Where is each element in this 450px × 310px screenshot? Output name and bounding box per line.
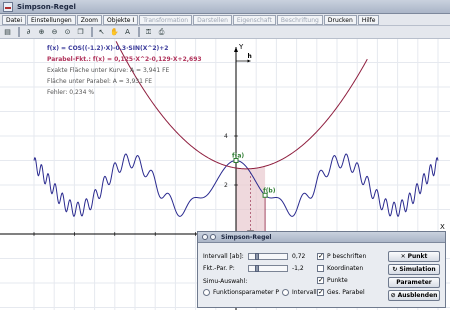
simu-label: Simu-Auswahl:: [203, 278, 248, 285]
punkt-label: Punkt: [407, 253, 428, 260]
parameter-label: Parameter: [396, 279, 432, 286]
simu-radio-row: Funktionsparameter P Intervall: [203, 289, 317, 296]
menu-beschriftung[interactable]: Beschriftung: [276, 14, 323, 25]
menu-hilfe[interactable]: Hilfe: [357, 14, 380, 25]
toolbar-separator: [91, 27, 93, 37]
interval-value: 0,72: [292, 253, 306, 260]
fkt-value: -1,2: [292, 265, 304, 272]
radio-interval[interactable]: [282, 289, 290, 296]
menu-drucken[interactable]: Drucken: [323, 14, 357, 25]
checkbox-box[interactable]: [317, 288, 324, 296]
window-title: Simpson-Regel: [17, 2, 76, 11]
app-icon: [3, 1, 13, 12]
fkt-slider[interactable]: [248, 265, 288, 272]
simulation-label: Simulation: [399, 266, 436, 273]
y-tick-label: 2: [224, 182, 228, 189]
fkt-label: Fkt.-Par. P:: [203, 265, 235, 272]
radio-function-parameter[interactable]: [203, 289, 210, 296]
function-formula: f(x) = COS((-1.2)·X)-0.3·SIN(X^2)+2: [47, 45, 169, 52]
hide-icon: ⊘: [390, 292, 396, 299]
fkt-row: Fkt.-Par. P: -1,2: [203, 265, 304, 272]
menu-transformation[interactable]: Transformation: [139, 14, 193, 25]
checkbox-box[interactable]: [317, 276, 324, 284]
parameter-button[interactable]: Parameter: [388, 277, 440, 288]
hand-icon[interactable]: ✋: [109, 27, 120, 38]
label-fb: f(b): [263, 187, 276, 194]
checkbox-box[interactable]: [317, 265, 324, 272]
toolbar-separator: [138, 27, 140, 37]
checkbox-label: P beschriften: [327, 253, 367, 260]
copy-icon[interactable]: ❐: [75, 27, 86, 38]
refresh-icon: ↻: [392, 266, 398, 273]
zoom-out-icon[interactable]: ⊖: [49, 27, 60, 38]
title-bar: Simpson-Regel: [0, 0, 450, 14]
simulation-button[interactable]: ↻ Simulation: [388, 264, 440, 275]
checkbox-koordinaten[interactable]: Koordinaten: [317, 265, 363, 272]
interval-label: Intervall [ab]:: [203, 253, 244, 260]
parabola-area: Fläche unter Parabel: A = 3,931 FE: [47, 78, 153, 85]
checkbox-p-beschriften[interactable]: P beschriften: [317, 252, 367, 260]
info-icon[interactable]: ▤: [2, 27, 13, 38]
checkbox-label: Punkte: [327, 277, 348, 284]
pointer-icon[interactable]: ↖: [96, 27, 107, 38]
label-fa: f(a): [232, 153, 244, 160]
toolbar-separator: [18, 27, 20, 37]
checkbox-label: Koordinaten: [327, 265, 364, 272]
error-percent: Fehler: 0,234 %: [47, 89, 95, 96]
simu-label-row: Simu-Auswahl:: [203, 278, 247, 285]
y-tick-label: 4: [224, 133, 228, 140]
menu-datei[interactable]: Datei: [2, 14, 27, 25]
menu-einstellungen[interactable]: Einstellungen: [27, 14, 76, 25]
checkbox-label: Ges. Parabel: [327, 289, 365, 296]
function-icon[interactable]: ∂: [23, 27, 34, 38]
exact-area: Exakte Fläche unter Kurve: A = 3,941 FE: [47, 67, 170, 74]
checkbox-box[interactable]: [317, 252, 324, 260]
punkt-button[interactable]: ✕ Punkt: [388, 251, 440, 262]
menu-darstellen[interactable]: Darstellen: [193, 14, 232, 25]
y-axis-arrow: [234, 47, 238, 52]
label-h: h: [248, 53, 252, 60]
zoom-in-icon[interactable]: ⊕: [36, 27, 47, 38]
menu-eigenschaft[interactable]: Eigenschaft: [232, 14, 276, 25]
toolbar: ▤ ∂ ⊕ ⊖ ⊙ ❐ ↖ ✋ A ⚿ ⎙: [0, 26, 450, 39]
y-axis-label: Y: [238, 43, 244, 51]
menu-zoom[interactable]: Zoom: [76, 14, 102, 25]
checkbox-punkte[interactable]: Punkte: [317, 276, 348, 284]
interval-row: Intervall [ab]: 0,72: [203, 253, 305, 260]
simpson-dialog: Simpson-Regel Intervall [ab]: 0,72 Fkt.-…: [197, 231, 446, 308]
dialog-close-icon[interactable]: [202, 234, 208, 240]
dialog-title: Simpson-Regel: [221, 233, 272, 241]
parabola-formula: Parabel-Fkt.: f(x) = 0,125·X^2-0,129·X+2…: [47, 56, 202, 63]
menu-bar: Datei Einstellungen Zoom Objekte I Trans…: [0, 14, 450, 26]
zoom-fit-icon[interactable]: ⊙: [62, 27, 73, 38]
slider-thumb[interactable]: [255, 265, 259, 272]
dialog-minimize-icon[interactable]: [210, 234, 216, 240]
interval-slider[interactable]: [248, 253, 288, 260]
print-icon[interactable]: ⎙: [156, 27, 167, 38]
x-axis-label: X: [440, 223, 445, 231]
ausblenden-button[interactable]: ⊘ Ausblenden: [388, 290, 440, 301]
radio-label-interval: Intervall: [292, 289, 317, 296]
lock-icon[interactable]: ⚿: [143, 27, 154, 38]
radio-label: Funktionsparameter P: [213, 289, 280, 296]
dialog-title-bar: Simpson-Regel: [198, 232, 445, 243]
ausblenden-label: Ausblenden: [397, 292, 438, 299]
checkbox-ges-parabel[interactable]: Ges. Parabel: [317, 288, 365, 296]
menu-objekte[interactable]: Objekte I: [103, 14, 139, 25]
close-icon: ✕: [400, 253, 406, 260]
text-icon[interactable]: A: [122, 27, 133, 38]
slider-thumb[interactable]: [255, 253, 259, 260]
